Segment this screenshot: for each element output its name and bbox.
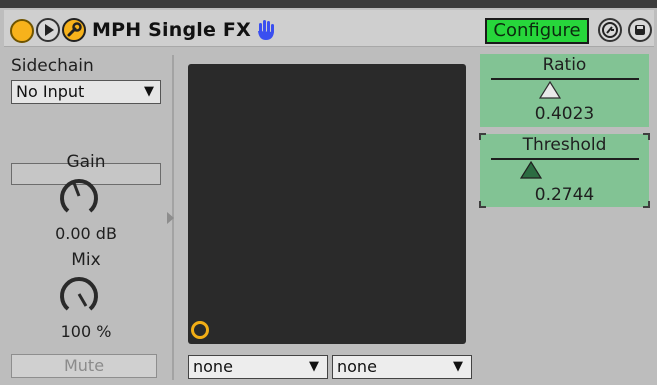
left-panel: Sidechain No Input ▼ Gain 0.00 dB Mix 10… (5, 50, 167, 380)
power-button[interactable] (10, 19, 34, 43)
mix-label: Mix (71, 250, 101, 270)
chevron-down-icon: ▼ (453, 359, 463, 374)
xy-y-selected: none (337, 357, 377, 376)
function-icon (602, 22, 618, 38)
xy-x-selected: none (193, 357, 233, 376)
wrench-button[interactable] (62, 18, 86, 42)
xy-pad[interactable] (188, 64, 466, 344)
gain-value: 0.00 dB (55, 224, 117, 243)
threshold-slider-track[interactable] (491, 158, 639, 160)
wrench-icon (67, 22, 82, 37)
gain-label: Gain (66, 152, 106, 172)
ratio-slider-track[interactable] (491, 78, 639, 80)
ratio-param[interactable]: Ratio 0.4023 (480, 54, 649, 127)
mix-value: 100 % (60, 322, 112, 341)
threshold-value: 0.2744 (534, 185, 595, 205)
sidechain-selected-value: No Input (16, 82, 85, 101)
gain-knob[interactable] (57, 174, 101, 218)
device-title-bar: MPH Single FX Configure (4, 10, 654, 47)
xy-cursor[interactable] (191, 321, 209, 339)
mix-knob[interactable] (57, 272, 101, 316)
xy-x-dropdown[interactable]: none ▼ (188, 355, 328, 379)
chevron-down-icon: ▼ (144, 84, 154, 99)
chevron-down-icon: ▼ (309, 359, 319, 374)
threshold-label: Threshold (522, 135, 607, 155)
play-icon (45, 24, 54, 36)
play-button[interactable] (36, 18, 60, 42)
configure-button[interactable]: Configure (485, 18, 589, 44)
top-border (0, 0, 657, 8)
device-title: MPH Single FX (92, 19, 251, 41)
xy-y-dropdown[interactable]: none ▼ (332, 355, 472, 379)
ratio-slider-handle[interactable] (538, 80, 562, 100)
hand-icon[interactable] (255, 19, 277, 41)
function-button[interactable] (598, 18, 622, 42)
sidechain-input-select[interactable]: No Input ▼ (11, 80, 161, 104)
expand-arrow-icon[interactable] (167, 212, 174, 224)
ratio-label: Ratio (542, 55, 587, 75)
sidechain-label: Sidechain (11, 56, 94, 76)
threshold-slider-handle[interactable] (519, 160, 543, 180)
ratio-value: 0.4023 (534, 104, 595, 124)
mute-button[interactable]: Mute (11, 354, 157, 378)
threshold-param[interactable]: Threshold 0.2744 (479, 133, 650, 208)
save-icon (635, 25, 645, 35)
save-button[interactable] (628, 18, 652, 42)
